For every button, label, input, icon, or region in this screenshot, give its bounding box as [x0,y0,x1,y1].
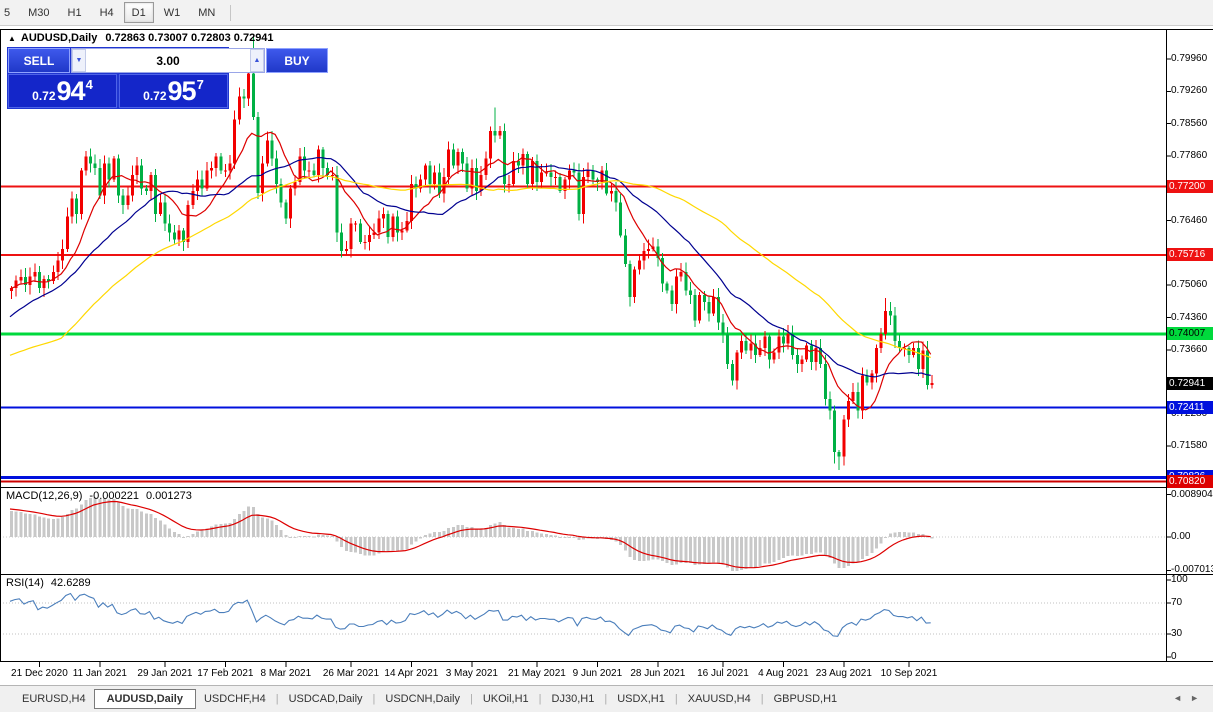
price-axis-label: 0.74360 [1171,312,1207,324]
chart-tab-bar: EURUSD,H4AUDUSD,DailyUSDCHF,H4|USDCAD,Da… [0,685,1213,712]
timeframe-button-d1[interactable]: D1 [124,2,154,23]
macd-axis-label: 0.008904 [1171,489,1213,501]
price-axis-label: 0.77860 [1171,150,1207,162]
chart-tab-usdcad[interactable]: USDCAD,Daily [281,690,371,708]
buy-price-display[interactable]: 0.72 95 7 [119,74,228,108]
chart-ohlc-values: 0.72863 0.73007 0.72803 0.72941 [105,32,273,44]
price-level-badge: 0.70820 [1167,475,1213,488]
price-axis-label: 0.78560 [1171,118,1207,130]
chart-tab-usdx[interactable]: USDX,H1 [609,690,673,708]
chart-tab-ukoil[interactable]: UKOil,H1 [475,690,537,708]
price-axis-label: 0.79960 [1171,53,1207,65]
price-level-badge: 0.72411 [1167,401,1213,414]
timeframe-button-h4[interactable]: H4 [92,2,122,23]
macd-signal-value: 0.001273 [146,490,192,502]
price-level-badge: 0.72941 [1167,377,1213,390]
buy-price-big: 95 [168,76,196,106]
sell-price-big: 94 [57,76,85,106]
toolbar-separator [230,5,231,21]
price-level-badge: 0.75716 [1167,248,1213,261]
mt4-terminal: { "toolbar": { "timeframes": ["5","M30",… [0,0,1213,711]
date-axis-label: 10 Sep 2021 [869,668,949,679]
tab-scroll-arrows[interactable]: ◄► [1173,693,1207,703]
price-axis-label: 0.73660 [1171,344,1207,356]
rsi-axis-label: 70 [1171,597,1182,609]
collapse-panel-icon[interactable]: ▲ [8,34,16,43]
tab-scroll-left-icon[interactable]: ◄ [1173,693,1190,703]
volume-spinner: ▼ ▲ [71,48,265,73]
rsi-value: 42.6289 [51,577,91,589]
macd-axis-label: 0.00 [1171,531,1190,543]
timeframe-toolbar: 5M30H1H4D1W1MN [0,0,1213,26]
macd-value: -0.000221 [89,490,139,502]
volume-input[interactable] [86,49,250,72]
price-level-badge: 0.77200 [1167,180,1213,193]
rsi-axis-label: 100 [1171,574,1188,586]
price-axis-label: 0.75060 [1171,279,1207,291]
sell-price-pip: 4 [86,77,93,92]
rsi-axis-label: 30 [1171,628,1182,640]
chart-plot-area[interactable] [0,29,1166,662]
timeframe-button-5[interactable]: 5 [0,2,18,23]
price-axis-label: 0.79260 [1171,85,1207,97]
timeframe-button-mn[interactable]: MN [190,2,223,23]
one-click-trade-panel: SELL ▼ ▲ BUY 0.72 94 4 0.72 95 7 [7,47,229,109]
rsi-name: RSI(14) [6,577,44,589]
buy-price-pip: 7 [197,77,204,92]
tab-separator: | [539,693,542,705]
chart-tab-usdcnh[interactable]: USDCNH,Daily [377,690,468,708]
macd-indicator-label: MACD(12,26,9) -0.000221 0.001273 [6,490,192,502]
rsi-indicator-label: RSI(14) 42.6289 [6,577,91,589]
buy-button[interactable]: BUY [266,48,328,73]
tab-separator: | [761,693,764,705]
sell-price-prefix: 0.72 [32,89,55,103]
sell-price-display[interactable]: 0.72 94 4 [8,74,117,108]
timeframe-button-m30[interactable]: M30 [20,2,57,23]
macd-name: MACD(12,26,9) [6,490,82,502]
price-axis-label: 0.76460 [1171,215,1207,227]
tab-scroll-right-icon[interactable]: ► [1190,693,1207,703]
timeframe-button-w1[interactable]: W1 [156,2,189,23]
rsi-axis-label: 0 [1171,651,1177,663]
chart-tab-usdchf[interactable]: USDCHF,H4 [196,690,274,708]
tab-separator: | [470,693,473,705]
chart-tab-audusd[interactable]: AUDUSD,Daily [94,689,196,709]
tab-separator: | [373,693,376,705]
price-level-badge: 0.74007 [1167,327,1213,340]
tab-separator: | [604,693,607,705]
buy-price-prefix: 0.72 [143,89,166,103]
timeframe-button-h1[interactable]: H1 [60,2,90,23]
chart-symbol-title: AUDUSD,Daily [21,32,97,44]
chart-header: ▲ AUDUSD,Daily 0.72863 0.73007 0.72803 0… [8,32,274,44]
tab-separator: | [276,693,279,705]
sell-button[interactable]: SELL [8,48,70,73]
price-axis-label: 0.71580 [1171,440,1207,452]
tab-separator: | [675,693,678,705]
chart-tab-eurusd[interactable]: EURUSD,H4 [14,690,94,708]
chart-tab-dj30[interactable]: DJ30,H1 [544,690,603,708]
chart-tab-xauusd[interactable]: XAUUSD,H4 [680,690,759,708]
chart-tab-gbpusd[interactable]: GBPUSD,H1 [766,690,846,708]
volume-decrease-button[interactable]: ▼ [72,49,86,72]
volume-increase-button[interactable]: ▲ [250,49,264,72]
